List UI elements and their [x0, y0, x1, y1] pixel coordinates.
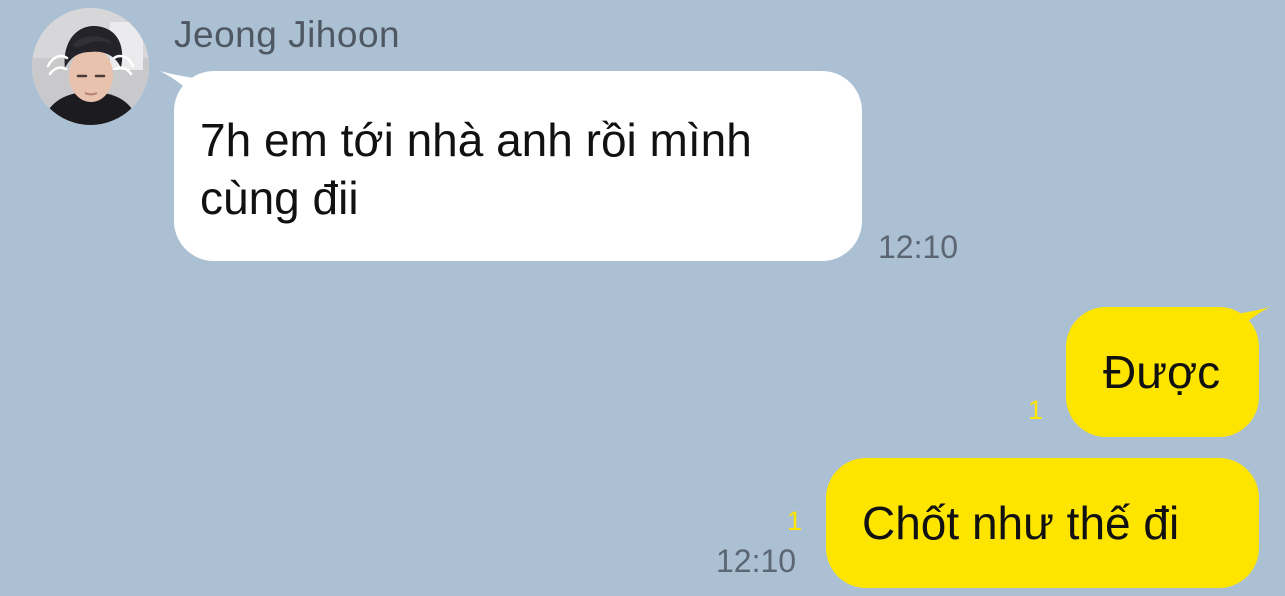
- outgoing-message-time: 12:10: [716, 543, 797, 579]
- incoming-message-text: 7h em tới nhà anh rồi mình cùng đii: [200, 114, 752, 224]
- unread-count-badge: 1: [787, 506, 803, 536]
- outgoing-message-bubble[interactable]: Chốt như thế đi: [826, 458, 1259, 588]
- incoming-message-time: 12:10: [878, 229, 959, 265]
- incoming-message-bubble[interactable]: 7h em tới nhà anh rồi mình cùng đii: [174, 71, 862, 261]
- sender-name: Jeong Jihoon: [174, 14, 401, 55]
- outgoing-message-text: Chốt như thế đi: [862, 497, 1180, 549]
- unread-count-badge: 1: [1028, 395, 1044, 425]
- avatar-photo-icon: [32, 8, 149, 125]
- outgoing-message-text: Được: [1103, 346, 1221, 398]
- sender-avatar[interactable]: [32, 8, 149, 125]
- outgoing-message-bubble[interactable]: Được: [1066, 307, 1259, 437]
